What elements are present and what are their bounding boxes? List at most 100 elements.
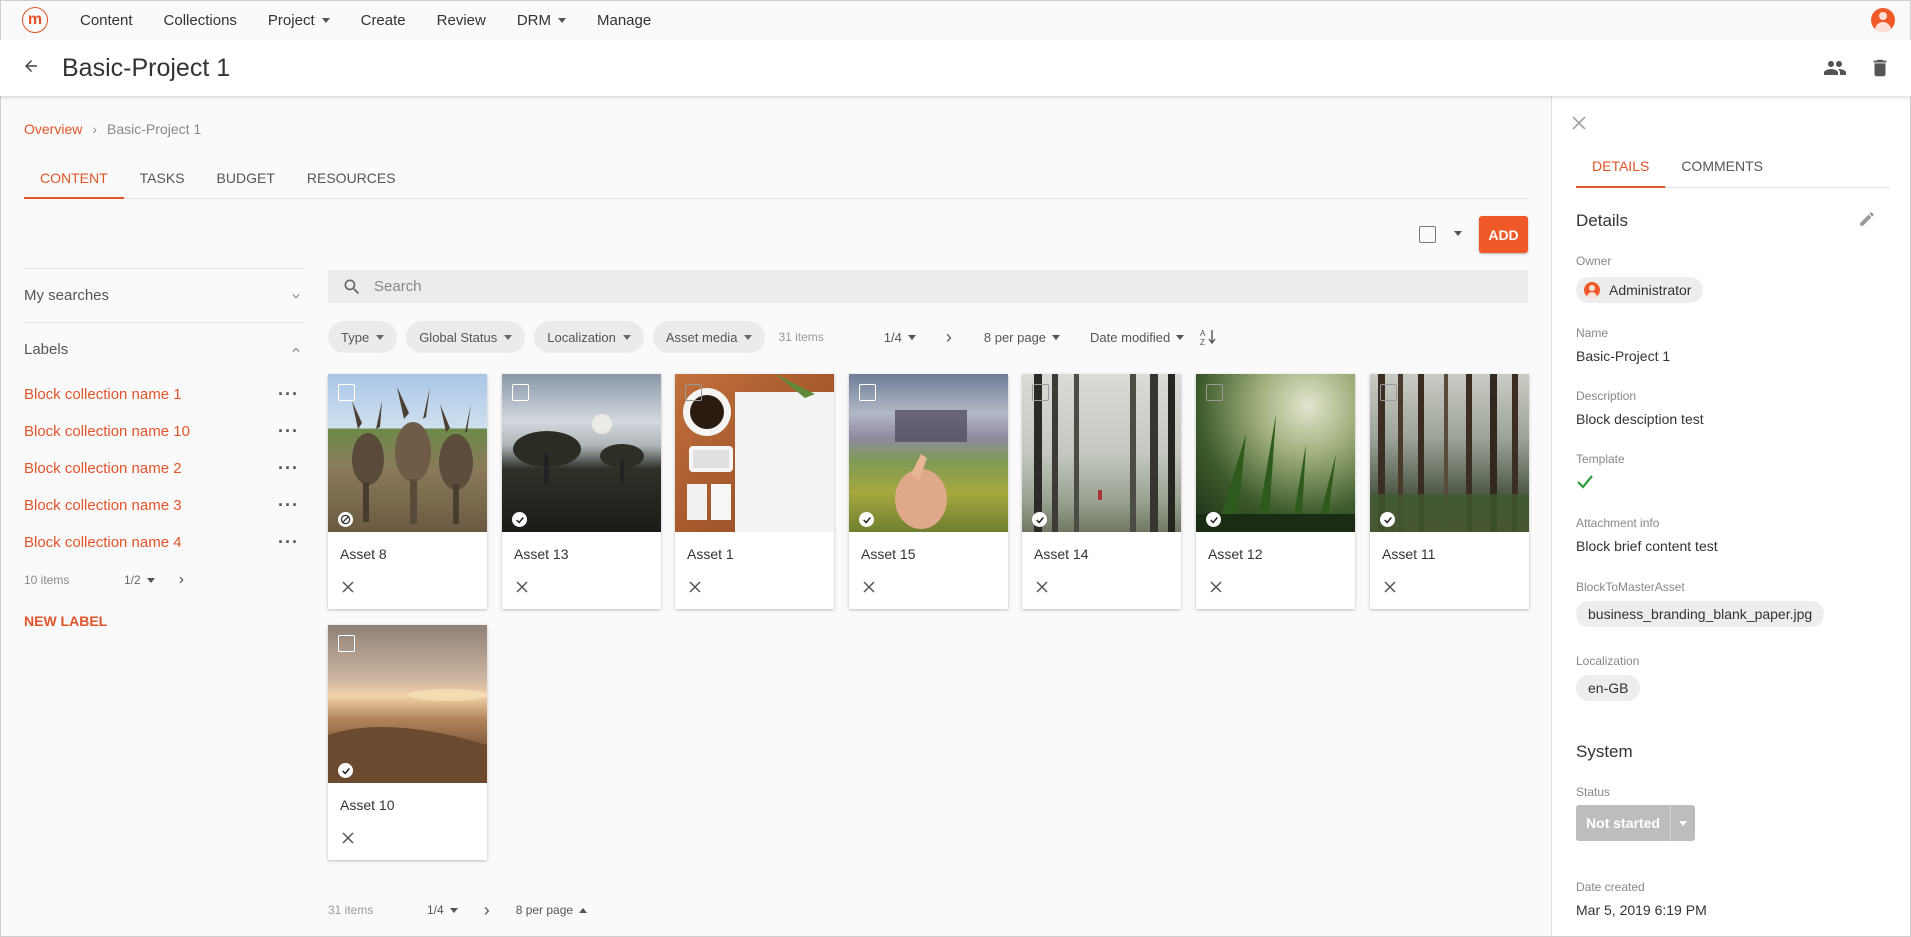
asset-card[interactable]: Asset 12 bbox=[1196, 374, 1355, 609]
asset-thumbnail[interactable] bbox=[849, 374, 1008, 532]
asset-card[interactable]: Asset 1 bbox=[675, 374, 834, 609]
asset-thumbnail[interactable] bbox=[328, 374, 487, 532]
asset-card[interactable]: Asset 15 bbox=[849, 374, 1008, 609]
nav-content[interactable]: Content bbox=[80, 12, 133, 29]
close-icon[interactable] bbox=[1572, 110, 1586, 136]
nav-review[interactable]: Review bbox=[437, 12, 486, 29]
asset-card[interactable]: Asset 10 bbox=[328, 625, 487, 860]
asset-thumbnail[interactable] bbox=[328, 625, 487, 783]
user-avatar[interactable] bbox=[1871, 8, 1895, 32]
asset-title[interactable]: Asset 13 bbox=[514, 546, 661, 562]
asset-checkbox[interactable] bbox=[338, 384, 355, 401]
more-icon[interactable]: ··· bbox=[278, 421, 303, 442]
tab-tasks[interactable]: TASKS bbox=[124, 160, 201, 199]
asset-title[interactable]: Asset 14 bbox=[1034, 546, 1181, 562]
nav-drm[interactable]: DRM bbox=[517, 12, 566, 29]
remove-icon[interactable] bbox=[516, 580, 530, 596]
more-icon[interactable]: ··· bbox=[278, 532, 303, 553]
filter-localization[interactable]: Localization bbox=[534, 321, 644, 353]
my-searches-section[interactable]: My searches bbox=[24, 268, 303, 322]
remove-icon[interactable] bbox=[1384, 580, 1398, 596]
remove-icon[interactable] bbox=[1036, 580, 1050, 596]
remove-icon[interactable] bbox=[689, 580, 703, 596]
tab-comments[interactable]: COMMENTS bbox=[1665, 148, 1779, 188]
add-button[interactable]: ADD bbox=[1479, 216, 1528, 253]
nav-create[interactable]: Create bbox=[361, 12, 406, 29]
nav-manage[interactable]: Manage bbox=[597, 12, 651, 29]
more-icon[interactable]: ··· bbox=[278, 458, 303, 479]
next-page-icon[interactable]: › bbox=[484, 900, 490, 921]
nav-project[interactable]: Project bbox=[268, 12, 330, 29]
chevron-right-icon[interactable]: › bbox=[179, 571, 184, 589]
chevron-up-icon bbox=[292, 347, 300, 352]
asset-thumbnail[interactable] bbox=[1196, 374, 1355, 532]
asset-title[interactable]: Asset 8 bbox=[340, 546, 487, 562]
label-item[interactable]: Block collection name 10 ··· bbox=[24, 413, 303, 450]
bottom-per-page-select[interactable]: 8 per page bbox=[516, 903, 588, 917]
labels-page-select[interactable]: 1/2 bbox=[124, 573, 155, 587]
details-panel: DETAILS COMMENTS Details Owner Administr… bbox=[1551, 96, 1910, 937]
tab-details[interactable]: DETAILS bbox=[1576, 148, 1666, 188]
owner-name: Administrator bbox=[1609, 282, 1692, 298]
remove-icon[interactable] bbox=[342, 580, 356, 596]
more-icon[interactable]: ··· bbox=[278, 495, 303, 516]
tab-resources[interactable]: RESOURCES bbox=[291, 160, 412, 199]
asset-checkbox[interactable] bbox=[1206, 384, 1223, 401]
search-input[interactable] bbox=[374, 278, 1474, 295]
remove-icon[interactable] bbox=[863, 580, 877, 596]
owner-chip[interactable]: Administrator bbox=[1576, 277, 1704, 303]
asset-title[interactable]: Asset 10 bbox=[340, 797, 487, 813]
per-page-select[interactable]: 8 per page bbox=[984, 330, 1061, 345]
remove-icon[interactable] bbox=[342, 831, 356, 847]
next-page-icon[interactable]: › bbox=[946, 327, 952, 348]
asset-thumbnail[interactable] bbox=[1370, 374, 1529, 532]
status-dropdown-toggle[interactable] bbox=[1670, 805, 1695, 841]
status-dropdown-button[interactable]: Not started bbox=[1576, 805, 1695, 841]
asset-thumbnail[interactable] bbox=[1022, 374, 1181, 532]
asset-checkbox[interactable] bbox=[338, 635, 355, 652]
labels-section-header[interactable]: Labels bbox=[24, 322, 303, 376]
asset-checkbox[interactable] bbox=[685, 384, 702, 401]
asset-thumbnail[interactable] bbox=[675, 374, 834, 532]
asset-card[interactable]: Asset 11 bbox=[1370, 374, 1529, 609]
localization-chip[interactable]: en-GB bbox=[1576, 675, 1641, 701]
logo[interactable]: m bbox=[22, 7, 48, 33]
label-item[interactable]: Block collection name 3 ··· bbox=[24, 487, 303, 524]
asset-checkbox[interactable] bbox=[859, 384, 876, 401]
asset-checkbox[interactable] bbox=[1380, 384, 1397, 401]
asset-thumbnail[interactable] bbox=[502, 374, 661, 532]
block-to-master-chip[interactable]: business_branding_blank_paper.jpg bbox=[1576, 601, 1825, 627]
page-select[interactable]: 1/4 bbox=[884, 330, 916, 345]
select-all-checkbox[interactable] bbox=[1419, 226, 1436, 243]
people-icon[interactable] bbox=[1823, 56, 1847, 84]
label-item[interactable]: Block collection name 2 ··· bbox=[24, 450, 303, 487]
breadcrumb-overview[interactable]: Overview bbox=[24, 121, 82, 137]
tab-content[interactable]: CONTENT bbox=[24, 160, 124, 199]
label-item[interactable]: Block collection name 1 ··· bbox=[24, 376, 303, 413]
more-icon[interactable]: ··· bbox=[278, 384, 303, 405]
asset-checkbox[interactable] bbox=[512, 384, 529, 401]
sort-direction-icon[interactable]: AZ bbox=[1200, 328, 1216, 346]
asset-checkbox[interactable] bbox=[1032, 384, 1049, 401]
filter-global-status[interactable]: Global Status bbox=[406, 321, 526, 353]
asset-title[interactable]: Asset 11 bbox=[1382, 546, 1529, 562]
filter-asset-media[interactable]: Asset media bbox=[652, 321, 766, 353]
asset-card[interactable]: Asset 8 bbox=[328, 374, 487, 609]
sort-select[interactable]: Date modified bbox=[1090, 330, 1185, 345]
asset-title[interactable]: Asset 1 bbox=[687, 546, 834, 562]
asset-card[interactable]: Asset 13 bbox=[502, 374, 661, 609]
bottom-page-select[interactable]: 1/4 bbox=[427, 903, 458, 917]
tab-budget[interactable]: BUDGET bbox=[201, 160, 291, 199]
select-menu-caret-icon[interactable] bbox=[1454, 231, 1462, 236]
edit-icon[interactable] bbox=[1858, 210, 1876, 232]
back-button[interactable] bbox=[22, 55, 62, 81]
asset-title[interactable]: Asset 15 bbox=[861, 546, 1008, 562]
asset-card[interactable]: Asset 14 bbox=[1022, 374, 1181, 609]
filter-type[interactable]: Type bbox=[328, 321, 398, 353]
new-label-button[interactable]: NEW LABEL bbox=[24, 613, 303, 629]
label-item[interactable]: Block collection name 4 ··· bbox=[24, 524, 303, 561]
trash-icon[interactable] bbox=[1869, 56, 1891, 84]
remove-icon[interactable] bbox=[1210, 580, 1224, 596]
asset-title[interactable]: Asset 12 bbox=[1208, 546, 1355, 562]
nav-collections[interactable]: Collections bbox=[164, 12, 237, 29]
